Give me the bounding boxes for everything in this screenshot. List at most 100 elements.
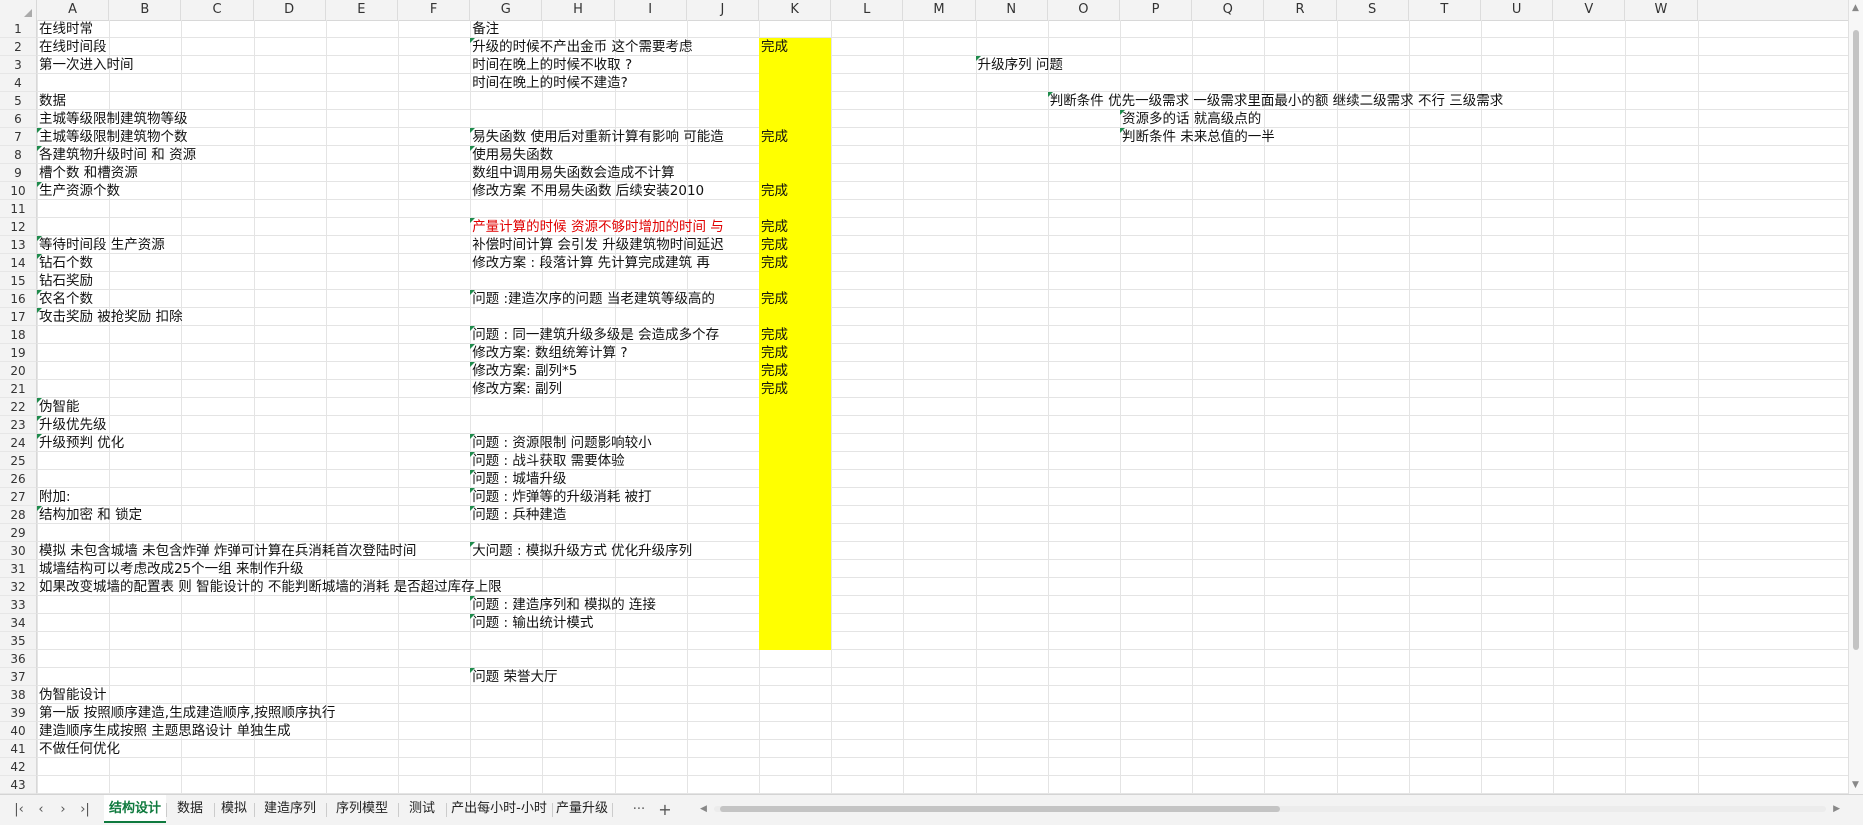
row-header[interactable]: 18: [0, 326, 37, 344]
row-header[interactable]: 39: [0, 704, 37, 722]
cell-a15[interactable]: 钻石奖励: [37, 272, 93, 290]
cell-a14[interactable]: 钻石个数: [37, 254, 93, 272]
sheet-tab[interactable]: 模拟: [214, 795, 254, 823]
column-header[interactable]: S: [1337, 0, 1409, 20]
cell-a32[interactable]: 如果改变城墙的配置表 则 智能设计的 不能判断城墙的消耗 是否超过库存上限: [37, 578, 502, 596]
cell-a1[interactable]: 在线时常: [37, 20, 93, 38]
cell-a10[interactable]: 生产资源个数: [37, 182, 120, 200]
cell-g30[interactable]: 大问题 : 模拟升级方式 优化升级序列: [470, 542, 692, 560]
cell-g19[interactable]: 修改方案: 数组统筹计算 ?: [470, 344, 627, 362]
cell-o5[interactable]: 判断条件 优先一级需求 一级需求里面最小的额 继续二级需求 不行 三级需求: [1048, 92, 1503, 110]
cell-a41[interactable]: 不做任何优化: [37, 740, 120, 758]
column-header[interactable]: J: [687, 0, 759, 20]
cell-a23[interactable]: 升级优先级: [37, 416, 107, 434]
column-header[interactable]: E: [326, 0, 398, 20]
cell-a6[interactable]: 主城等级限制建筑物等级: [37, 110, 188, 128]
cell-a9[interactable]: 槽个数 和槽资源: [37, 164, 138, 182]
row-header[interactable]: 37: [0, 668, 37, 686]
sheet-tab[interactable]: 数据: [166, 795, 214, 823]
column-header[interactable]: C: [181, 0, 254, 20]
cell-a5[interactable]: 数据: [37, 92, 66, 110]
column-header[interactable]: F: [398, 0, 471, 20]
column-header[interactable]: P: [1120, 0, 1193, 20]
cell-k18[interactable]: 完成: [759, 326, 831, 344]
cell-g26[interactable]: 问题 : 城墙升级: [470, 470, 566, 488]
cell-a39[interactable]: 第一版 按照顺序建造,生成建造顺序,按照顺序执行: [37, 704, 335, 722]
scroll-up-icon[interactable]: ▲: [1852, 3, 1859, 13]
row-header[interactable]: 8: [0, 146, 37, 164]
cell-g20[interactable]: 修改方案: 副列*5: [470, 362, 577, 380]
cell-g4[interactable]: 时间在晚上的时候不建造?: [470, 74, 628, 92]
cell-g1[interactable]: 备注: [470, 20, 499, 38]
cell-a30[interactable]: 模拟 未包含城墙 未包含炸弹 炸弹可计算在兵消耗首次登陆时间: [37, 542, 416, 560]
row-header[interactable]: 30: [0, 542, 37, 560]
column-header[interactable]: W: [1625, 0, 1698, 20]
row-header[interactable]: 9: [0, 164, 37, 182]
column-header[interactable]: H: [542, 0, 615, 20]
row-header[interactable]: 11: [0, 200, 37, 218]
sheet-tab[interactable]: 产出每小时-小时: [446, 795, 552, 823]
cell-g13[interactable]: 补偿时间计算 会引发 升级建筑物时间延迟: [470, 236, 759, 254]
cell-g7[interactable]: 易失函数 使用后对重新计算有影响 可能造: [470, 128, 759, 146]
cell-k16[interactable]: 完成: [759, 290, 831, 308]
column-header[interactable]: R: [1264, 0, 1337, 20]
cell-k12[interactable]: 完成: [759, 218, 831, 236]
cell-a27[interactable]: 附加:: [37, 488, 71, 506]
cell-a16[interactable]: 农名个数: [37, 290, 93, 308]
add-sheet-button[interactable]: +: [656, 801, 674, 819]
row-header[interactable]: 40: [0, 722, 37, 740]
cell-a22[interactable]: 伪智能: [37, 398, 80, 416]
row-header[interactable]: 25: [0, 452, 37, 470]
cell-a8[interactable]: 各建筑物升级时间 和 资源: [37, 146, 196, 164]
row-header[interactable]: 22: [0, 398, 37, 416]
sheet-tab[interactable]: 产量升级: [552, 795, 612, 823]
row-header[interactable]: 1: [0, 20, 37, 38]
cell-k13[interactable]: 完成: [759, 236, 831, 254]
column-header[interactable]: G: [470, 0, 543, 20]
column-header[interactable]: B: [109, 0, 182, 20]
column-header[interactable]: V: [1553, 0, 1626, 20]
cell-k2[interactable]: 完成: [759, 38, 831, 56]
row-header[interactable]: 26: [0, 470, 37, 488]
row-header[interactable]: 14: [0, 254, 37, 272]
row-header[interactable]: 6: [0, 110, 37, 128]
row-header[interactable]: 31: [0, 560, 37, 578]
scroll-left-icon[interactable]: ◀: [700, 802, 707, 816]
cell-a7[interactable]: 主城等级限制建筑物个数: [37, 128, 188, 146]
column-header[interactable]: Q: [1192, 0, 1265, 20]
row-header[interactable]: 24: [0, 434, 37, 452]
row-header[interactable]: 12: [0, 218, 37, 236]
row-header[interactable]: 21: [0, 380, 37, 398]
column-header[interactable]: K: [759, 0, 832, 20]
row-header[interactable]: 13: [0, 236, 37, 254]
cell-k21[interactable]: 完成: [759, 380, 831, 398]
row-header[interactable]: 38: [0, 686, 37, 704]
cell-g3[interactable]: 时间在晚上的时候不收取 ?: [470, 56, 632, 74]
cell-a2[interactable]: 在线时间段: [37, 38, 107, 56]
column-header[interactable]: O: [1048, 0, 1120, 20]
last-sheet-icon[interactable]: ›|: [78, 801, 92, 819]
more-sheets-button[interactable]: ···: [630, 801, 648, 819]
sheet-tab[interactable]: 测试: [398, 795, 446, 823]
cell-g9[interactable]: 数组中调用易失函数会造成不计算: [470, 164, 675, 182]
row-header[interactable]: 36: [0, 650, 37, 668]
select-all-corner[interactable]: [0, 0, 37, 20]
row-header[interactable]: 23: [0, 416, 37, 434]
horizontal-scrollbar[interactable]: ◀ ▶: [700, 802, 1840, 816]
prev-sheet-icon[interactable]: ‹: [34, 801, 48, 819]
row-header[interactable]: 41: [0, 740, 37, 758]
cell-g28[interactable]: 问题 : 兵种建造: [470, 506, 566, 524]
horizontal-scroll-thumb[interactable]: [720, 806, 1280, 812]
row-header[interactable]: 29: [0, 524, 37, 542]
cell-p6[interactable]: 资源多的话 就高级点的: [1120, 110, 1261, 128]
cell-g37[interactable]: 问题 荣誉大厅: [470, 668, 557, 686]
scroll-right-icon[interactable]: ▶: [1833, 802, 1840, 816]
row-header[interactable]: 42: [0, 758, 37, 776]
sheet-tab[interactable]: 结构设计: [104, 795, 166, 823]
row-header[interactable]: 32: [0, 578, 37, 596]
cell-g12[interactable]: 产量计算的时候 资源不够时增加的时间 与: [470, 218, 759, 236]
cell-a40[interactable]: 建造顺序生成按照 主题思路设计 单独生成: [37, 722, 291, 740]
spreadsheet-grid[interactable]: ABCDEFGHIJKLMNOPQRSTUVW 1 2 3 4 5 6 7 8 9 10 11 12 1…: [0, 0, 1848, 794]
row-header[interactable]: 4: [0, 74, 37, 92]
cell-g25[interactable]: 问题 : 战斗获取 需要体验: [470, 452, 624, 470]
